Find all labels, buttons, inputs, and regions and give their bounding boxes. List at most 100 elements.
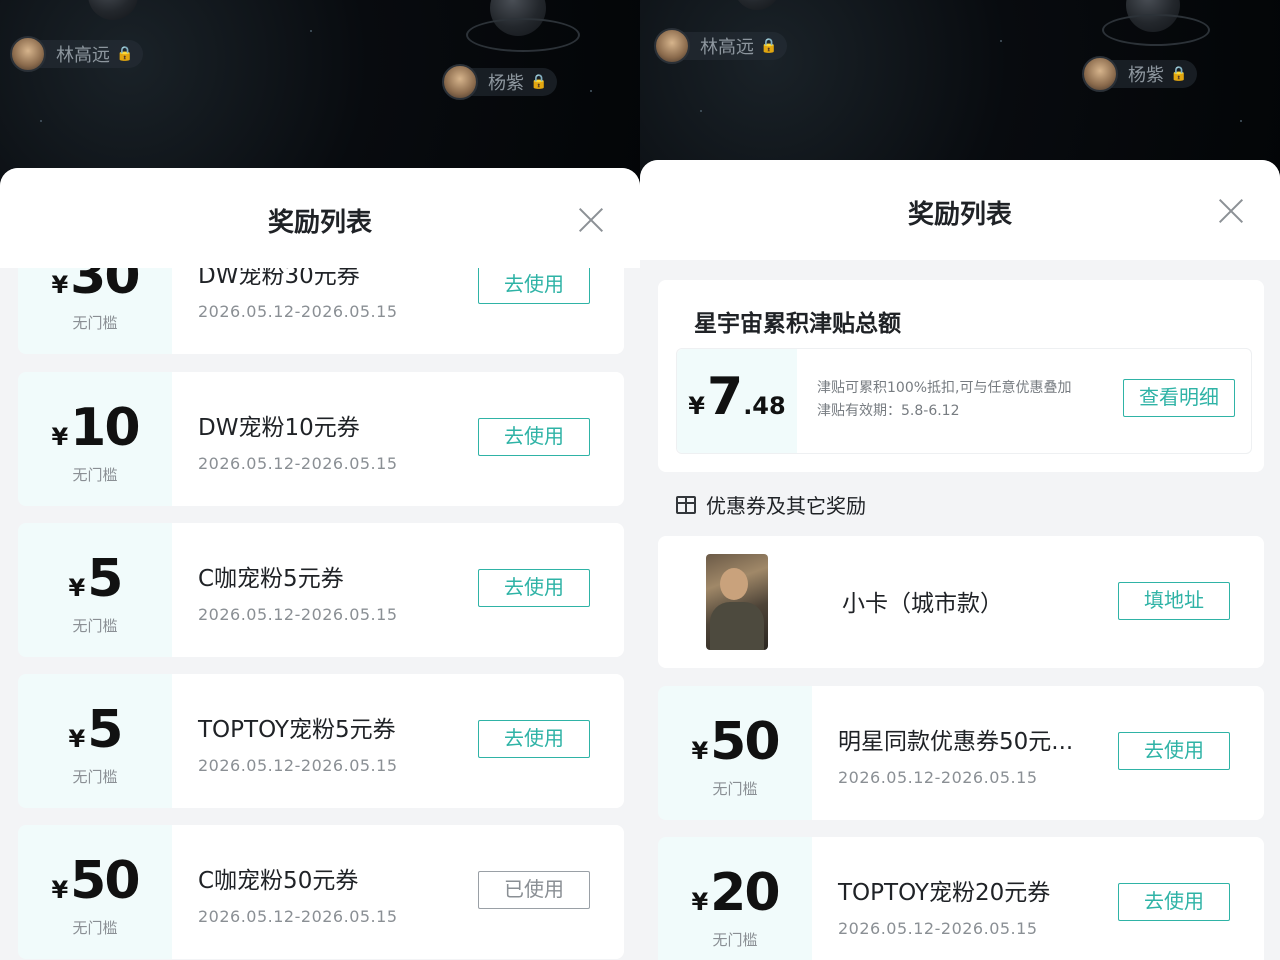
coupon-name: 明星同款优惠券50元...	[838, 729, 1074, 755]
coupon-card: ¥50 无门槛 C咖宠粉50元券 2026.05.12-2026.05.15 已…	[18, 825, 624, 959]
avatar	[10, 36, 46, 72]
avatar	[1082, 56, 1118, 92]
subsidy-card: 星宇宙累积津贴总额 ¥7.48 津贴可累积100%抵扣,可与任意优惠叠加 津贴有…	[658, 280, 1264, 472]
user-name: 林高远	[56, 45, 110, 66]
section-title: 优惠券及其它奖励	[706, 494, 866, 518]
used-coupon-button[interactable]: 已使用	[478, 871, 590, 909]
left-panel: 林高远 🔒 杨紫 🔒 ¥30 无门槛 DW宠粉30元券 2026.05.12-2…	[0, 0, 640, 960]
star	[1240, 120, 1242, 122]
user-name: 杨紫	[488, 73, 524, 94]
coupon-info-section: 明星同款优惠券50元... 2026.05.12-2026.05.15 去使用	[812, 686, 1264, 820]
close-icon[interactable]	[571, 200, 611, 240]
user-tag[interactable]: 杨紫 🔒	[442, 64, 558, 100]
coupon-amount-section: ¥20 无门槛	[658, 837, 812, 960]
coupon-amount: ¥5	[68, 700, 124, 760]
coupon-name: TOPTOY宠粉5元券	[198, 717, 396, 743]
coupon-amount-section: ¥50 无门槛	[658, 686, 812, 820]
coupon-amount: ¥50	[51, 851, 140, 911]
use-coupon-button[interactable]: 去使用	[478, 418, 590, 456]
physical-reward-card: 小卡（城市款） 填地址	[658, 536, 1264, 668]
star	[1000, 40, 1002, 42]
coupon-info-section: C咖宠粉50元券 2026.05.12-2026.05.15 已使用	[172, 825, 624, 959]
reward-photo	[706, 554, 768, 650]
coupon-validity: 2026.05.12-2026.05.15	[198, 605, 398, 624]
subsidy-validity: 津贴有效期：5.8-6.12	[817, 403, 960, 419]
use-coupon-button[interactable]: 去使用	[478, 266, 590, 304]
user-tag[interactable]: 林高远 🔒	[654, 28, 788, 64]
sheet-header: 奖励列表	[0, 168, 640, 268]
subsidy-box: ¥7.48 津贴可累积100%抵扣,可与任意优惠叠加 津贴有效期：5.8-6.1…	[676, 348, 1252, 454]
coupon-info-section: TOPTOY宠粉20元券 2026.05.12-2026.05.15 去使用	[812, 837, 1264, 960]
planet	[88, 0, 138, 20]
coupon-validity: 2026.05.12-2026.05.15	[198, 756, 398, 775]
lock-icon: 🔒	[116, 46, 134, 62]
view-details-button[interactable]: 查看明细	[1123, 379, 1235, 417]
coupon-info-section: DW宠粉10元券 2026.05.12-2026.05.15 去使用	[172, 372, 624, 506]
coupon-threshold: 无门槛	[712, 780, 758, 798]
user-tag[interactable]: 杨紫 🔒	[1082, 56, 1198, 92]
use-coupon-button[interactable]: 去使用	[1118, 883, 1230, 921]
star	[40, 120, 42, 122]
subsidy-amount-section: ¥7.48	[677, 349, 797, 453]
coupon-validity: 2026.05.12-2026.05.15	[838, 768, 1038, 787]
coupon-validity: 2026.05.12-2026.05.15	[838, 919, 1038, 938]
coupon-info-section: C咖宠粉5元券 2026.05.12-2026.05.15 去使用	[172, 523, 624, 657]
use-coupon-button[interactable]: 去使用	[478, 569, 590, 607]
sheet-header: 奖励列表	[640, 160, 1280, 260]
coupon-threshold: 无门槛	[72, 314, 118, 332]
planet	[734, 0, 780, 10]
planet-ring	[466, 18, 580, 52]
coupon-card: ¥10 无门槛 DW宠粉10元券 2026.05.12-2026.05.15 去…	[18, 372, 624, 506]
user-name: 杨紫	[1128, 65, 1164, 86]
star	[310, 30, 312, 32]
close-icon[interactable]	[1211, 191, 1251, 231]
gift-icon	[676, 495, 696, 514]
coupon-validity: 2026.05.12-2026.05.15	[198, 454, 398, 473]
lock-icon: 🔒	[530, 74, 548, 90]
reward-list-sheet: 奖励列表 星宇宙累积津贴总额 ¥7.48 津贴可累积100%抵扣,可与任意优惠叠…	[640, 160, 1280, 960]
avatar	[442, 64, 478, 100]
right-panel: 林高远 🔒 杨紫 🔒 奖励列表 星宇宙累积津贴总额 ¥7.48 津贴可累积100…	[640, 0, 1280, 960]
user-name: 林高远	[700, 37, 754, 58]
coupon-card: ¥50 无门槛 明星同款优惠券50元... 2026.05.12-2026.05…	[658, 686, 1264, 820]
reward-name: 小卡（城市款）	[842, 591, 1003, 617]
coupon-threshold: 无门槛	[72, 466, 118, 484]
fill-address-button[interactable]: 填地址	[1118, 582, 1230, 620]
lock-icon: 🔒	[1170, 66, 1188, 82]
coupon-amount: ¥20	[691, 863, 780, 923]
coupon-amount-section: ¥5 无门槛	[18, 674, 172, 808]
subsidy-title: 星宇宙累积津贴总额	[694, 311, 901, 337]
user-tag[interactable]: 林高远 🔒	[10, 36, 144, 72]
coupon-validity: 2026.05.12-2026.05.15	[198, 302, 398, 321]
coupon-amount-section: ¥5 无门槛	[18, 523, 172, 657]
coupon-amount: ¥5	[68, 549, 124, 609]
coupon-threshold: 无门槛	[712, 931, 758, 949]
lock-icon: 🔒	[760, 38, 778, 54]
coupon-name: TOPTOY宠粉20元券	[838, 880, 1051, 906]
coupon-card: ¥5 无门槛 TOPTOY宠粉5元券 2026.05.12-2026.05.15…	[18, 674, 624, 808]
planet-ring	[1102, 14, 1210, 46]
coupon-validity: 2026.05.12-2026.05.15	[198, 907, 398, 926]
use-coupon-button[interactable]: 去使用	[1118, 732, 1230, 770]
section-header: 优惠券及其它奖励	[676, 490, 866, 519]
coupon-threshold: 无门槛	[72, 768, 118, 786]
coupon-amount-section: ¥10 无门槛	[18, 372, 172, 506]
coupon-amount: ¥50	[691, 712, 780, 772]
coupon-info-section: TOPTOY宠粉5元券 2026.05.12-2026.05.15 去使用	[172, 674, 624, 808]
coupon-threshold: 无门槛	[72, 919, 118, 937]
coupon-amount: ¥10	[51, 398, 140, 458]
coupon-amount-section: ¥50 无门槛	[18, 825, 172, 959]
coupon-name: C咖宠粉5元券	[198, 566, 344, 592]
star	[700, 110, 702, 112]
reward-list-sheet: ¥30 无门槛 DW宠粉30元券 2026.05.12-2026.05.15 去…	[0, 168, 640, 960]
use-coupon-button[interactable]: 去使用	[478, 720, 590, 758]
coupon-card: ¥20 无门槛 TOPTOY宠粉20元券 2026.05.12-2026.05.…	[658, 837, 1264, 960]
coupon-name: DW宠粉10元券	[198, 415, 360, 441]
page-title: 奖励列表	[267, 208, 372, 238]
star	[590, 90, 592, 92]
avatar	[654, 28, 690, 64]
subsidy-amount: ¥7.48	[688, 367, 786, 427]
subsidy-note: 津贴可累积100%抵扣,可与任意优惠叠加	[817, 380, 1072, 396]
coupon-name: C咖宠粉50元券	[198, 868, 359, 894]
page-title: 奖励列表	[907, 200, 1012, 230]
